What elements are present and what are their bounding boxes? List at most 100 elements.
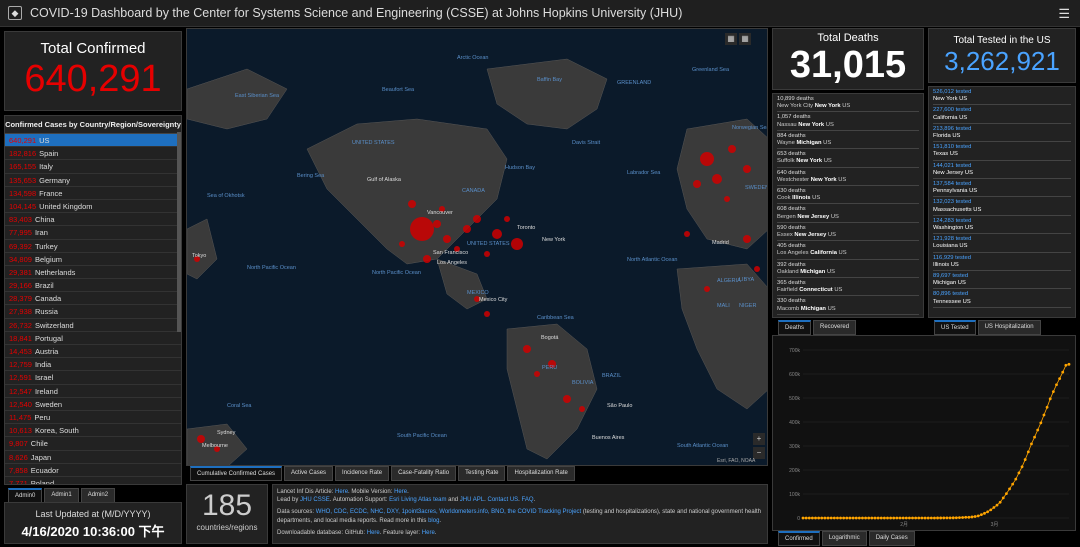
tested-list-item[interactable]: 89,697 tested Michigan US (933, 271, 1071, 290)
feature-layer-link[interactable]: Here (422, 530, 435, 536)
tested-tab[interactable]: US Tested (934, 320, 976, 335)
country-row[interactable]: 34,809 Belgium (5, 253, 181, 266)
tested-list-item[interactable]: 213,896 tested Florida US (933, 124, 1071, 143)
deaths-list-item[interactable]: 392 deaths Oakland Michigan US (777, 260, 919, 279)
admin-tab[interactable]: Admin1 (44, 488, 79, 503)
map-layer-tab[interactable]: Hospitalization Rate (507, 466, 575, 481)
map-layer-tab[interactable]: Cumulative Confirmed Cases (190, 466, 283, 481)
country-row[interactable]: 10,613 Korea, South (5, 424, 181, 438)
country-row[interactable]: 8,626 Japan (5, 451, 181, 464)
tested-list-item[interactable]: 137,584 tested Pennsylvania US (933, 179, 1071, 198)
country-row[interactable]: 18,841 Portugal (5, 332, 181, 345)
chart-point (1014, 477, 1018, 481)
map-label: GREENLAND (617, 80, 651, 86)
tested-list-item[interactable]: 144,021 tested New Jersey US (933, 161, 1071, 180)
country-row[interactable]: 640,291 US (5, 134, 181, 148)
chart-xtick: 3月 (991, 522, 999, 528)
tested-list-item[interactable]: 151,810 tested Texas US (933, 142, 1071, 161)
country-row[interactable]: 28,379 Canada (5, 292, 181, 306)
chart-point (995, 503, 999, 507)
country-row[interactable]: 104,145 United Kingdom (5, 200, 181, 214)
esri-team-link[interactable]: Esri Living Atlas team (389, 497, 446, 503)
country-row[interactable]: 29,381 Netherlands (5, 266, 181, 280)
country-row[interactable]: 182,816 Spain (5, 147, 181, 161)
country-row[interactable]: 7,771 Poland (5, 477, 181, 484)
country-row[interactable]: 12,547 Ireland (5, 385, 181, 398)
blog-link[interactable]: blog (428, 518, 439, 524)
tested-list-item[interactable]: 227,600 tested California US (933, 105, 1071, 124)
deaths-list-item[interactable]: 10,899 deaths New York City New York US (777, 94, 919, 113)
country-list-panel[interactable]: Confirmed Cases by Country/Region/Sovere… (4, 115, 182, 485)
country-row[interactable]: 26,732 Switzerland (5, 319, 181, 332)
country-row[interactable]: 77,995 Iran (5, 226, 181, 240)
tested-list-item[interactable]: 116,929 tested Illinois US (933, 253, 1071, 272)
country-row[interactable]: 12,540 Sweden (5, 398, 181, 411)
hamburger-menu-icon[interactable]: ☰ (1058, 6, 1070, 22)
country-row[interactable]: 14,453 Austria (5, 345, 181, 359)
deaths-count: 10,899 deaths (777, 96, 814, 102)
tested-list-item[interactable]: 526,012 tested New York US (933, 87, 1071, 106)
country-row[interactable]: 12,759 India (5, 358, 181, 372)
country-row[interactable]: 12,591 Israel (5, 371, 181, 385)
country-list-scrollbar[interactable] (177, 132, 181, 332)
country-row[interactable]: 135,653 Germany (5, 174, 181, 187)
country-row[interactable]: 9,807 Chile (5, 437, 181, 451)
admin-tab[interactable]: Admin2 (80, 488, 116, 503)
country-row[interactable]: 27,938 Russia (5, 305, 181, 319)
admin-tab[interactable]: Admin0 (8, 488, 43, 503)
tested-list-item[interactable]: 121,928 tested Louisiana US (933, 234, 1071, 253)
deaths-tab[interactable]: Deaths (778, 320, 812, 335)
basemap-gallery-icon[interactable]: ▦ (739, 33, 751, 45)
deaths-tab[interactable]: Recovered (813, 320, 857, 335)
map-label: South Pacific Ocean (397, 433, 447, 439)
chart-tab[interactable]: Daily Cases (868, 531, 915, 546)
github-link[interactable]: Here (367, 530, 380, 536)
deaths-list-item[interactable]: 330 deaths Macomb Michigan US (777, 296, 919, 315)
map-label: Toronto (517, 225, 535, 231)
jhu-csse-link[interactable]: JHU CSSE (300, 497, 330, 503)
deaths-list-item[interactable]: 884 deaths Wayne Michigan US (777, 131, 919, 150)
tested-list-panel[interactable]: 526,012 tested New York US 227,600 tested C… (928, 86, 1076, 318)
zoom-in-icon[interactable]: + (753, 433, 765, 445)
tested-tab[interactable]: US Hospitalization (977, 320, 1041, 335)
deaths-list-item[interactable]: 405 deaths Los Angeles California US (777, 241, 919, 260)
country-row[interactable]: 69,392 Turkey (5, 240, 181, 253)
tested-list-item[interactable]: 132,023 tested Massachusetts US (933, 197, 1071, 216)
country-row[interactable]: 83,403 China (5, 213, 181, 227)
country-row[interactable]: 7,858 Ecuador (5, 464, 181, 477)
country-row[interactable]: 29,166 Brazil (5, 279, 181, 293)
tested-list-item[interactable]: 80,896 tested Tennessee US (933, 289, 1071, 308)
data-sources-link[interactable]: WHO, CDC, ECDC, NHC, DXY, 1point3acres, … (316, 509, 582, 515)
deaths-list-item[interactable]: 630 deaths Cook Illinois US (777, 186, 919, 205)
deaths-list-item[interactable]: 653 deaths Suffolk New York US (777, 149, 919, 168)
bookmark-icon[interactable]: ▦ (725, 33, 737, 45)
contact-link[interactable]: Contact US (487, 497, 518, 503)
map-layer-tab[interactable]: Active Cases (284, 466, 334, 481)
deaths-list-item[interactable]: 1,057 deaths Nassau New York US (777, 112, 919, 131)
chart-ytick: 100k (789, 492, 800, 498)
country-name: Canada (34, 294, 62, 304)
total-deaths-label: Total Deaths (817, 32, 879, 44)
faq-link[interactable]: FAQ (522, 497, 534, 503)
map-canvas[interactable]: Arctic Ocean GREENLAND Baffin Bay Greenland… (187, 29, 768, 466)
map-layer-tab[interactable]: Case-Fatality Ratio (391, 466, 457, 481)
deaths-list-item[interactable]: 365 deaths Fairfield Connecticut US (777, 278, 919, 297)
deaths-list-panel[interactable]: 10,899 deaths New York City New York US 1,… (772, 93, 924, 318)
deaths-list-item[interactable]: 608 deaths Bergen New Jersey US (777, 204, 919, 223)
country-row[interactable]: 134,598 France (5, 187, 181, 200)
chart-tab[interactable]: Confirmed (778, 531, 820, 546)
chart-tab[interactable]: Logarithmic (821, 531, 867, 546)
country-row[interactable]: 11,475 Peru (5, 411, 181, 425)
tested-list-item[interactable]: 124,283 tested Washington US (933, 216, 1071, 235)
country-row[interactable]: 165,155 Italy (5, 160, 181, 174)
jhu-apl-link[interactable]: JHU APL (460, 497, 484, 503)
mobile-version-link[interactable]: Here (394, 489, 407, 495)
chart-tabs: Confirmed Logarithmic Daily Cases (778, 531, 915, 546)
deaths-list-item[interactable]: 590 deaths Essex New Jersey US (777, 223, 919, 242)
chart-point (1055, 383, 1058, 387)
deaths-list-item[interactable]: 640 deaths Westchester New York US (777, 168, 919, 187)
lancet-link[interactable]: Here (335, 489, 348, 495)
map-layer-tab[interactable]: Incidence Rate (335, 466, 390, 481)
world-map[interactable]: Arctic Ocean GREENLAND Baffin Bay Greenland… (186, 28, 768, 466)
map-layer-tab[interactable]: Testing Rate (458, 466, 506, 481)
